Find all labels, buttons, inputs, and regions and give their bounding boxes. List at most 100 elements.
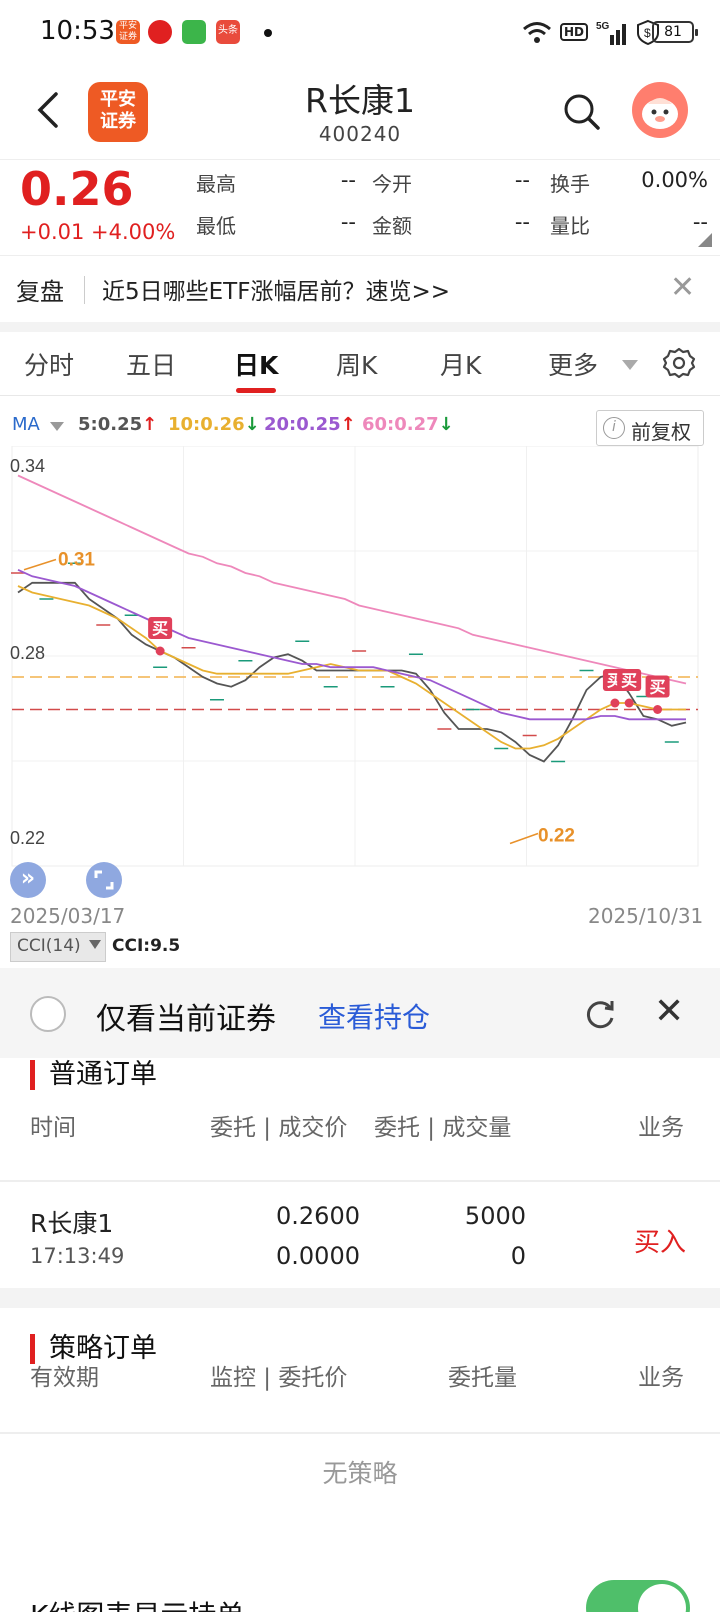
annotation-leader [23, 558, 57, 571]
cci-value: CCI:9.5 [112, 936, 181, 956]
toutiao-notification-icon: 头条 [216, 20, 240, 44]
x-end-date: 2025/10/31 [588, 904, 704, 928]
value-turnover: 0.00% [641, 168, 708, 192]
chevron-down-icon[interactable] [622, 360, 638, 370]
ma-dropdown-icon[interactable] [50, 422, 64, 431]
tab-five-day[interactable]: 五日 [126, 346, 176, 382]
kline-toggle-label: K线图表显示持单 [30, 1594, 244, 1612]
buy-marker-label: 买 [650, 678, 666, 697]
tab-daily-k[interactable]: 日K [234, 346, 278, 382]
active-tab-indicator [236, 388, 276, 393]
col-strategy-action: 业务 [638, 1365, 684, 1391]
banner-divider [84, 276, 85, 304]
expand-left-icon[interactable]: » [10, 862, 46, 898]
buy-point [653, 705, 663, 714]
orders-sheet: 仅看当前证券 查看持仓 ✕ 普通订单 时间 委托 | 成交价 委托 | 成交量 … [0, 968, 720, 1612]
ma10-value: 10:0.26↓ [168, 414, 260, 435]
divider [0, 1180, 720, 1182]
banner-text[interactable]: 近5日哪些ETF涨幅居前？速览>> [102, 272, 450, 306]
pingan-notification-icon: 平安 证券 [116, 20, 140, 44]
hd-icon: HD [559, 23, 588, 41]
value-open: -- [514, 168, 530, 192]
ma20-line [17, 568, 686, 721]
view-positions-link[interactable]: 查看持仓 [318, 996, 430, 1036]
pinduoduo-notification-icon [148, 20, 172, 44]
only-current-label[interactable]: 仅看当前证券 [96, 994, 276, 1038]
buy-marker-label: 买 [152, 619, 168, 638]
col-order-price: 委托 | 成交价 [210, 1115, 348, 1141]
sheet-header: 仅看当前证券 查看持仓 ✕ [0, 968, 720, 1058]
ma5-line [17, 581, 687, 763]
y-tick-label: 0.34 [10, 456, 45, 476]
buy-point [610, 698, 620, 708]
col-action: 业务 [638, 1115, 684, 1141]
label-high: 最高 [196, 172, 236, 196]
value-high: -- [340, 168, 356, 192]
section-gap [0, 1288, 720, 1308]
annotation-low: 0.22 [538, 826, 575, 847]
quote-panel: 0.26 +0.01 +4.00% 最高 -- 最低 -- 今开 -- 金额 -… [0, 160, 720, 256]
change-percent: +4.00% [91, 220, 176, 244]
banner-close-icon[interactable]: ✕ [670, 272, 695, 304]
buy-marker-label: 买 [621, 671, 637, 690]
buy-point [624, 698, 634, 708]
label-turnover: 换手 [550, 172, 590, 196]
order-action[interactable]: 买入 [634, 1222, 686, 1259]
clock: 10:53 [40, 16, 115, 46]
period-tabs: 分时 五日 日K 周K 月K 更多 [0, 332, 720, 396]
review-banner[interactable]: 复盘 近5日哪些ETF涨幅居前？速览>> ✕ [0, 258, 720, 322]
value-low: -- [340, 210, 356, 234]
cci-selector[interactable]: CCI(14) [10, 932, 106, 962]
fullscreen-glyph [94, 870, 114, 890]
change-value: +0.01 [20, 220, 85, 244]
mascot-icon [642, 98, 678, 129]
value-amount: -- [514, 210, 530, 234]
ma5-value: 5:0.25↑ [78, 414, 158, 435]
svg-text:$: $ [644, 26, 651, 40]
wechat-notification-icon [182, 20, 206, 44]
empty-strategy-text: 无策略 [322, 1459, 398, 1488]
ma60-value: 60:0.27↓ [362, 414, 454, 435]
value-volume-ratio: -- [692, 210, 708, 234]
label-open: 今开 [372, 172, 412, 196]
x-start-date: 2025/03/17 [10, 904, 126, 928]
fullscreen-icon[interactable] [86, 862, 122, 898]
adjust-selector[interactable]: i 前复权 [596, 410, 704, 446]
tab-monthly-k[interactable]: 月K [440, 346, 481, 382]
kline-orders-toggle[interactable] [586, 1580, 690, 1612]
more-notifications-dot [264, 29, 272, 37]
col-order-qty: 委托 | 成交量 [374, 1115, 512, 1141]
close-icon[interactable]: ✕ [654, 992, 684, 1032]
assistant-avatar[interactable] [632, 82, 688, 138]
refresh-icon[interactable] [582, 996, 618, 1032]
search-icon[interactable] [560, 90, 604, 134]
adjust-label: 前复权 [631, 420, 691, 444]
last-price: 0.26 [20, 162, 134, 216]
divider [0, 1432, 720, 1434]
order-time: 17:13:49 [30, 1244, 125, 1268]
status-icons: HD 5G $ [522, 18, 660, 46]
stock-header: 平安 证券 R长康1 400240 [0, 64, 720, 160]
only-current-radio[interactable] [30, 996, 66, 1032]
label-low: 最低 [196, 214, 236, 238]
signal-5g-icon: 5G [596, 21, 626, 45]
label-volume-ratio: 量比 [550, 214, 590, 238]
col-strategy-qty: 委托量 [448, 1365, 517, 1391]
deal-price: 0.0000 [276, 1242, 360, 1270]
gear-icon[interactable] [662, 346, 696, 380]
col-validity: 有效期 [30, 1365, 99, 1391]
tab-intraday[interactable]: 分时 [24, 346, 74, 382]
tab-weekly-k[interactable]: 周K [336, 346, 377, 382]
label-amount: 金额 [372, 214, 412, 238]
order-stock-name: R长康1 [30, 1209, 114, 1238]
wifi-icon [523, 22, 551, 43]
tab-more[interactable]: 更多 [548, 346, 598, 382]
ma-label[interactable]: MA [12, 414, 40, 435]
price-change: +0.01 +4.00% [20, 220, 175, 244]
kline-chart[interactable]: 0.340.280.220.310.22买买买买 [0, 446, 720, 906]
col-time: 时间 [30, 1115, 76, 1141]
col-monitor-price: 监控 | 委托价 [210, 1365, 348, 1391]
status-bar: 10:53 平安 证券 头条 HD 5G $ 81 [0, 0, 720, 64]
stock-name: R长康1 [305, 81, 415, 120]
expand-corner-icon[interactable] [698, 233, 712, 247]
